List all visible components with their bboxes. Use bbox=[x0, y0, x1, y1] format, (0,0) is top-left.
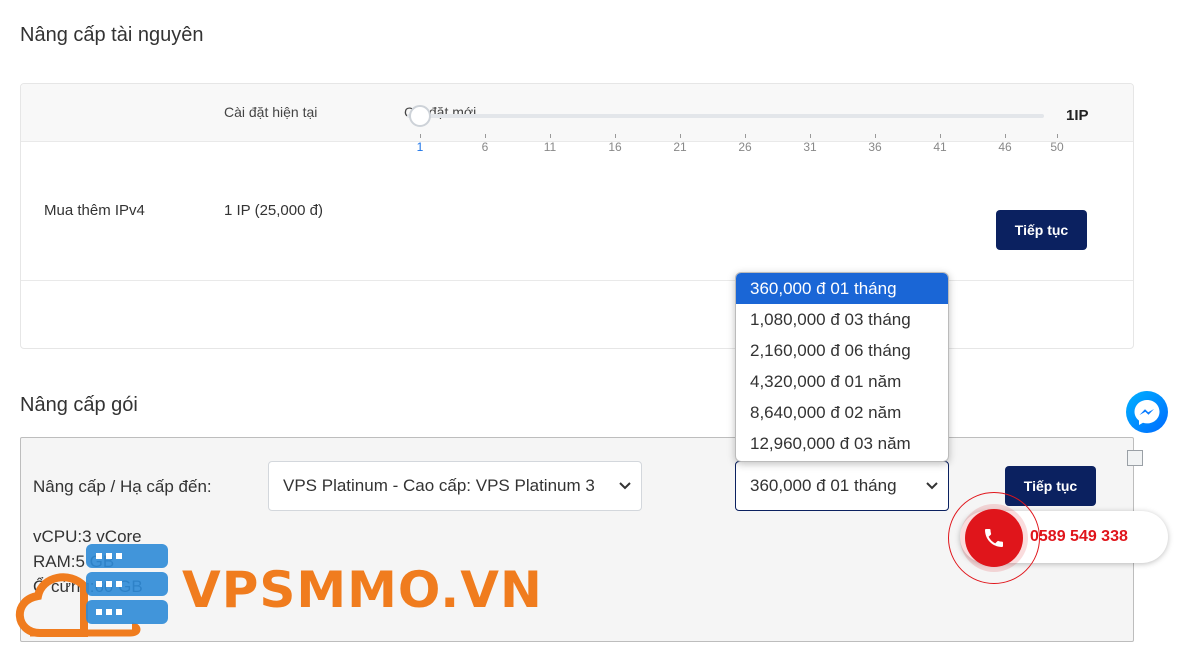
slider-tick bbox=[680, 134, 681, 138]
package-select-value: VPS Platinum - Cao cấp: VPS Platinum 3 bbox=[283, 476, 595, 495]
slider-tick-label: 31 bbox=[803, 140, 817, 154]
slider-tick bbox=[550, 134, 551, 138]
current-ip-value: 1 IP (25,000 đ) bbox=[224, 202, 323, 219]
ip-slider[interactable]: 1 6 11 16 21 26 31 36 41 46 50 bbox=[407, 104, 1064, 154]
dropdown-option[interactable]: 8,640,000 đ 02 năm bbox=[736, 397, 948, 428]
messenger-icon[interactable] bbox=[1126, 391, 1168, 433]
dropdown-option[interactable]: 1,080,000 đ 03 tháng bbox=[736, 304, 948, 335]
slider-tick bbox=[875, 134, 876, 138]
period-select-value: 360,000 đ 01 tháng bbox=[750, 476, 897, 495]
divider bbox=[21, 280, 1133, 281]
slider-tick bbox=[420, 134, 421, 138]
dropdown-option[interactable]: 4,320,000 đ 01 năm bbox=[736, 366, 948, 397]
slider-tick bbox=[1057, 134, 1058, 138]
slider-tick-label: 36 bbox=[868, 140, 882, 154]
slider-tick bbox=[485, 134, 486, 138]
slider-tick bbox=[940, 134, 941, 138]
slider-tick bbox=[745, 134, 746, 138]
slider-tick-label: 41 bbox=[933, 140, 947, 154]
slider-track[interactable] bbox=[407, 114, 1044, 118]
package-select[interactable]: VPS Platinum - Cao cấp: VPS Platinum 3 bbox=[268, 461, 642, 511]
period-select[interactable]: 360,000 đ 01 tháng bbox=[735, 461, 949, 511]
phone-icon[interactable] bbox=[965, 509, 1023, 567]
slider-tick-label: 46 bbox=[998, 140, 1012, 154]
slider-tick-label: 50 bbox=[1050, 140, 1064, 154]
column-header-current: Cài đặt hiện tại bbox=[224, 104, 318, 120]
slider-tick-label: 16 bbox=[608, 140, 622, 154]
broken-image-icon bbox=[1127, 450, 1143, 466]
slider-tick bbox=[810, 134, 811, 138]
section-title-resources: Nâng cấp tài nguyên bbox=[20, 24, 204, 46]
chevron-down-icon bbox=[619, 479, 631, 493]
upgrade-label: Nâng cấp / Hạ cấp đến: bbox=[33, 477, 212, 496]
slider-value-label: 1IP bbox=[1066, 107, 1089, 124]
slider-tick-label: 26 bbox=[738, 140, 752, 154]
period-dropdown-list[interactable]: 360,000 đ 01 tháng 1,080,000 đ 03 tháng … bbox=[735, 272, 949, 462]
chevron-down-icon bbox=[926, 479, 938, 493]
slider-thumb[interactable] bbox=[409, 105, 431, 127]
slider-tick bbox=[615, 134, 616, 138]
dropdown-option[interactable]: 2,160,000 đ 06 tháng bbox=[736, 335, 948, 366]
dropdown-option[interactable]: 360,000 đ 01 tháng bbox=[736, 273, 948, 304]
logo-text: VPSMMO.VN bbox=[182, 561, 543, 619]
continue-button-resources[interactable]: Tiếp tục bbox=[996, 210, 1087, 250]
slider-tick-label: 1 bbox=[416, 140, 424, 154]
slider-tick bbox=[1005, 134, 1006, 138]
section-title-package: Nâng cấp gói bbox=[20, 394, 138, 416]
slider-tick-label: 21 bbox=[673, 140, 687, 154]
dropdown-option[interactable]: 12,960,000 đ 03 năm bbox=[736, 428, 948, 459]
phone-number[interactable]: 0589 549 338 bbox=[1030, 528, 1128, 546]
slider-tick-label: 11 bbox=[543, 140, 557, 154]
slider-tick-label: 6 bbox=[481, 140, 489, 154]
row-label-ipv4: Mua thêm IPv4 bbox=[44, 202, 145, 219]
